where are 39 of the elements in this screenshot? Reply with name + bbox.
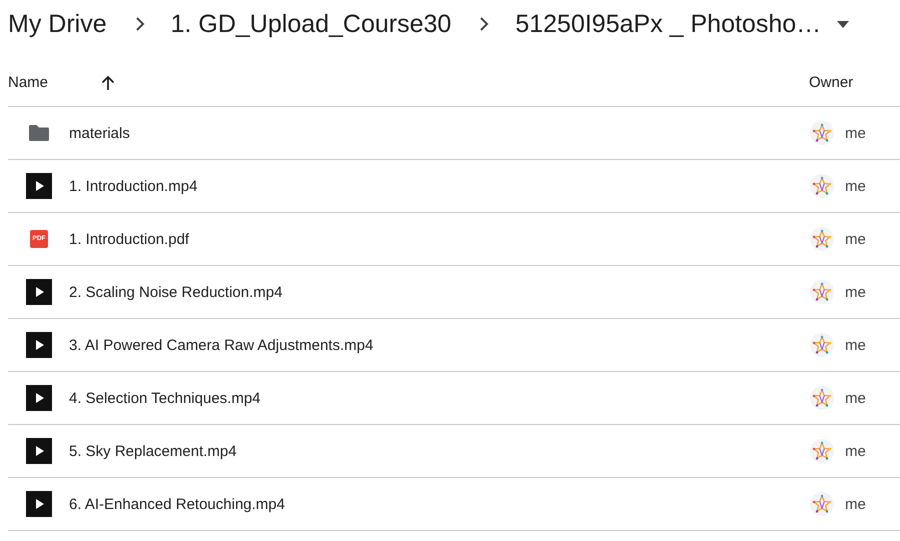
video-thumbnail-icon [26, 385, 52, 411]
sort-arrow-up-icon[interactable] [101, 74, 116, 90]
owner-name: me [845, 178, 866, 194]
breadcrumb-link[interactable]: My Drive [8, 10, 107, 38]
owner-name: me [845, 442, 866, 460]
file-name[interactable]: 5. Sky Replacement.mp4 [69, 442, 237, 460]
file-name[interactable]: 3. AI Powered Camera Raw Adjustments.mp4 [69, 336, 374, 354]
breadcrumb-link[interactable]: 1. GD_Upload_Course30 [170, 10, 452, 38]
avatar-icon [810, 492, 834, 516]
file-name[interactable]: materials [69, 124, 130, 142]
chevron-right-icon [479, 16, 490, 32]
file-name[interactable]: 1. Introduction.mp4 [69, 178, 198, 194]
breadcrumb-link[interactable]: 51250I95aPx _ Photosho… [515, 10, 822, 38]
owner-name: me [845, 284, 866, 300]
avatar-icon [810, 439, 834, 463]
owner-name: me [845, 230, 866, 248]
avatar-icon [810, 121, 834, 145]
video-thumbnail-icon [26, 491, 52, 517]
video-thumbnail-icon [26, 279, 52, 305]
owner-name: me [845, 336, 866, 354]
column-header[interactable]: Owner [809, 74, 854, 91]
file-name[interactable]: 1. Introduction.pdf [69, 230, 190, 248]
owner-name: me [845, 124, 866, 142]
file-name[interactable]: 2. Scaling Noise Reduction.mp4 [69, 284, 282, 300]
avatar-icon [810, 174, 834, 198]
dropdown-caret-icon[interactable] [837, 20, 850, 28]
video-thumbnail-icon [26, 173, 52, 199]
column-header[interactable]: Name [8, 74, 116, 91]
owner-name: me [845, 496, 866, 512]
avatar-icon [810, 280, 834, 304]
video-thumbnail-icon [26, 332, 52, 358]
owner-name: me [845, 390, 866, 406]
chevron-right-icon [134, 16, 145, 32]
file-name[interactable]: 6. AI-Enhanced Retouching.mp4 [69, 496, 285, 512]
avatar-icon [810, 333, 834, 357]
avatar-icon [810, 386, 834, 410]
file-name[interactable]: 4. Selection Techniques.mp4 [69, 390, 261, 406]
video-thumbnail-icon [26, 438, 52, 464]
avatar-icon [810, 227, 834, 251]
